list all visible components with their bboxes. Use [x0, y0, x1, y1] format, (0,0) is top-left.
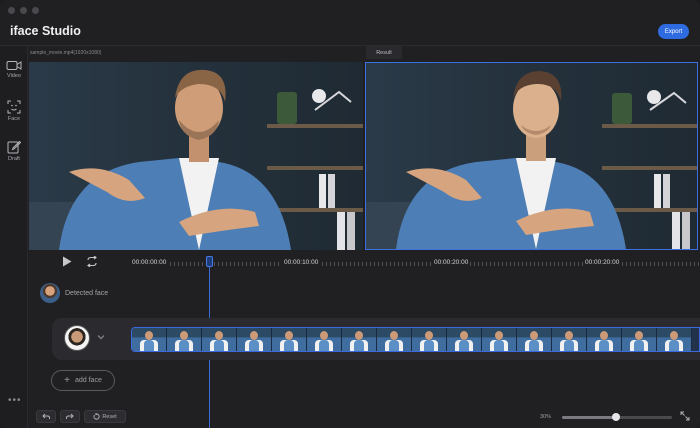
undo-icon [42, 413, 50, 419]
sidebar-item-face[interactable]: Face [0, 100, 28, 122]
zoom-level: 30% [540, 414, 552, 420]
video-camera-icon [6, 61, 22, 70]
app-title: iface Studio [10, 24, 81, 38]
sidebar-item-label: Video [7, 73, 21, 79]
tab-result[interactable]: Result [366, 46, 402, 59]
maximize-window-button[interactable] [32, 7, 39, 14]
track-frame-thumbnail [447, 328, 482, 351]
face-scan-icon [7, 100, 21, 114]
replacement-face-avatar[interactable] [64, 325, 90, 351]
track-frame-thumbnail [552, 328, 587, 351]
redo-icon [66, 413, 74, 419]
header-divider [0, 45, 700, 46]
timeline-tick-label: 00:00:20:00 [583, 259, 622, 266]
sidebar-item-label: Draft [8, 156, 20, 162]
playback-controls [62, 256, 98, 267]
timeline-tick-label: 00:00:00:00 [130, 259, 169, 266]
result-video-preview[interactable] [365, 62, 698, 250]
timeline-tick-label: 00:00:20:00 [432, 259, 471, 266]
fit-to-screen-icon[interactable] [680, 411, 690, 421]
track-frame-thumbnail [622, 328, 657, 351]
undo-button[interactable] [36, 410, 56, 423]
close-window-button[interactable] [8, 7, 15, 14]
track-frame-thumbnail [132, 328, 167, 351]
timeline-tick-label: 00:00:10:00 [282, 259, 321, 266]
face-track-clip[interactable] [131, 327, 700, 352]
sidebar-item-video[interactable]: Video [0, 60, 28, 79]
loop-icon[interactable] [86, 256, 98, 267]
plus-icon: + [64, 374, 70, 386]
zoom-slider-handle[interactable] [611, 413, 620, 421]
add-face-label: add face [74, 377, 102, 384]
reset-button[interactable]: Reset [84, 410, 126, 423]
sidebar-item-draft[interactable]: Draft [0, 140, 28, 162]
app-window: iface Studio Export Video Face Draft •••… [0, 0, 700, 428]
track-frame-thumbnail [517, 328, 552, 351]
track-frame-thumbnail [342, 328, 377, 351]
track-frame-thumbnail [202, 328, 237, 351]
export-button[interactable]: Export [658, 24, 689, 39]
detected-face-avatar [40, 283, 60, 303]
track-frame-thumbnail [412, 328, 447, 351]
sidebar-item-label: Face [7, 116, 21, 122]
redo-button[interactable] [60, 410, 80, 423]
minimize-window-button[interactable] [20, 7, 27, 14]
source-video-preview[interactable] [29, 62, 363, 250]
chevron-down-icon[interactable] [97, 333, 105, 342]
detected-face-label: Detected face [65, 289, 109, 297]
track-frame-thumbnail [657, 328, 692, 351]
add-face-button[interactable]: + add face [51, 370, 115, 391]
more-icon[interactable]: ••• [8, 395, 22, 406]
reset-label: Reset [102, 413, 117, 420]
track-frame-thumbnail [167, 328, 202, 351]
track-frame-thumbnail [272, 328, 307, 351]
track-frame-thumbnail [377, 328, 412, 351]
zoom-slider-fill [562, 416, 616, 419]
bottom-toolbar: Reset [36, 410, 126, 423]
play-icon[interactable] [62, 256, 72, 267]
source-filename: sample_movie.mp4(1920x1080) [30, 50, 102, 56]
reset-icon [93, 413, 100, 420]
detected-face-row: Detected face [40, 283, 108, 303]
track-frame-thumbnail [482, 328, 517, 351]
result-video-frame [366, 63, 697, 249]
edit-icon [7, 140, 21, 154]
window-controls [8, 7, 39, 14]
track-frame-thumbnail [587, 328, 622, 351]
track-frame-thumbnail [237, 328, 272, 351]
sidebar: Video Face Draft ••• [0, 46, 28, 428]
source-video-frame [29, 62, 363, 250]
track-frame-thumbnail [307, 328, 342, 351]
